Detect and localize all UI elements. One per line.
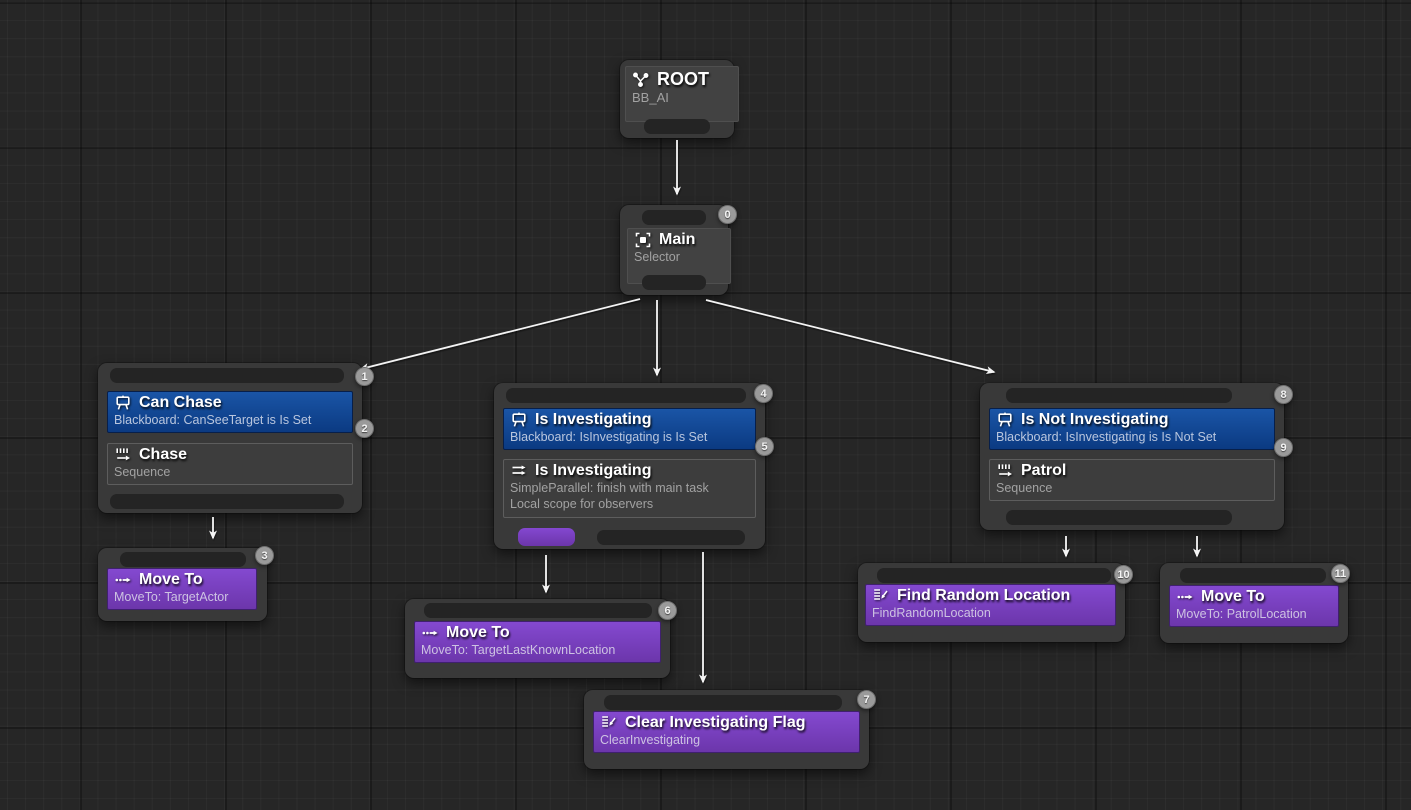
- sequence-icon: [114, 446, 132, 464]
- main-subtitle: Selector: [634, 250, 680, 264]
- task-subtitle: MoveTo: PatrolLocation: [1176, 607, 1307, 621]
- decorator-can-chase[interactable]: Can Chase Blackboard: CanSeeTarget is Is…: [107, 391, 353, 434]
- decorator-is-investigating[interactable]: Is Investigating Blackboard: IsInvestiga…: [503, 408, 756, 451]
- task-title: Clear Investigating Flag: [625, 714, 806, 731]
- execution-order-badge: 1: [355, 367, 374, 386]
- task-move-to[interactable]: Move To MoveTo: PatrolLocation: [1169, 585, 1339, 628]
- decorator-title: Is Investigating: [535, 411, 652, 428]
- task-icon: [600, 714, 618, 732]
- execution-order-badge: 5: [755, 437, 774, 456]
- task-move-to[interactable]: Move To MoveTo: TargetLastKnownLocation: [414, 621, 661, 664]
- wire-main-to-patrol: [705, 299, 996, 375]
- task-subtitle: ClearInvestigating: [600, 733, 701, 747]
- input-pin[interactable]: [110, 368, 344, 383]
- task-title: Move To: [1201, 588, 1265, 605]
- task-subtitle: MoveTo: TargetActor: [114, 590, 229, 604]
- blackboard-icon: [114, 394, 132, 412]
- root-subtitle: BB_AI: [632, 90, 669, 105]
- move-to-icon: [114, 571, 132, 589]
- composite-title: Chase: [139, 446, 188, 463]
- composite-chase[interactable]: Chase Sequence: [107, 443, 353, 486]
- output-pin[interactable]: [110, 494, 344, 509]
- blackboard-icon: [510, 411, 528, 429]
- composite-subtitle-line2: Local scope for observers: [510, 497, 654, 512]
- node-move-to-last-known[interactable]: Move To MoveTo: TargetLastKnownLocation …: [405, 599, 677, 678]
- simple-parallel-icon: [510, 462, 528, 480]
- sequence-icon: [996, 462, 1014, 480]
- node-chase-sequence[interactable]: Can Chase Blackboard: CanSeeTarget is Is…: [98, 363, 374, 513]
- composite-subtitle: Sequence: [114, 465, 171, 479]
- composite-subtitle: Sequence: [996, 481, 1053, 495]
- task-icon: [872, 587, 890, 605]
- input-pin[interactable]: [877, 568, 1111, 583]
- task-clear-investigating-flag[interactable]: Clear Investigating Flag ClearInvestigat…: [593, 711, 860, 754]
- task-subtitle: FindRandomLocation: [872, 606, 991, 620]
- behavior-tree-root-icon: [632, 71, 650, 89]
- root-node-body: ROOT BB_AI: [625, 66, 739, 122]
- composite-patrol[interactable]: Patrol Sequence: [989, 459, 1275, 502]
- execution-order-badge: 10: [1114, 565, 1133, 584]
- execution-order-badge: 0: [718, 205, 737, 224]
- input-pin[interactable]: [506, 388, 746, 403]
- move-to-icon: [421, 624, 439, 642]
- selector-icon: [634, 231, 652, 249]
- task-move-to[interactable]: Move To MoveTo: TargetActor: [107, 568, 257, 611]
- node-patrol-sequence[interactable]: Is Not Investigating Blackboard: IsInves…: [980, 383, 1293, 530]
- composite-title: Patrol: [1021, 462, 1067, 479]
- background-task-output-pin[interactable]: [597, 530, 745, 545]
- input-pin[interactable]: [604, 695, 842, 710]
- execution-order-badge: 6: [658, 601, 677, 620]
- decorator-subtitle: Blackboard: IsInvestigating is Is Set: [510, 430, 708, 444]
- input-pin[interactable]: [642, 210, 706, 225]
- execution-order-badge: 9: [1274, 438, 1293, 457]
- composite-subtitle-line1: SimpleParallel: finish with main task: [510, 481, 709, 495]
- composite-title: Is Investigating: [535, 462, 652, 479]
- decorator-is-not-investigating[interactable]: Is Not Investigating Blackboard: IsInves…: [989, 408, 1275, 451]
- node-move-to-patrol[interactable]: Move To MoveTo: PatrolLocation 11: [1160, 563, 1350, 643]
- execution-order-badge: 2: [355, 419, 374, 438]
- output-pin[interactable]: [644, 119, 710, 134]
- node-clear-investigating-flag[interactable]: Clear Investigating Flag ClearInvestigat…: [584, 690, 876, 769]
- behavior-tree-graph-canvas[interactable]: { "colors": { "background": "#262626", "…: [0, 0, 1411, 810]
- blackboard-icon: [996, 411, 1014, 429]
- task-subtitle: MoveTo: TargetLastKnownLocation: [421, 643, 616, 657]
- input-pin[interactable]: [424, 603, 652, 618]
- main-title: Main: [659, 231, 696, 248]
- input-pin[interactable]: [1180, 568, 1326, 583]
- decorator-title: Can Chase: [139, 394, 222, 411]
- task-title: Find Random Location: [897, 587, 1071, 604]
- input-pin[interactable]: [120, 552, 246, 567]
- execution-order-badge: 7: [857, 690, 876, 709]
- node-is-investigating-parallel[interactable]: Is Investigating Blackboard: IsInvestiga…: [494, 383, 774, 549]
- output-pin[interactable]: [642, 275, 706, 290]
- composite-is-investigating[interactable]: Is Investigating SimpleParallel: finish …: [503, 459, 756, 518]
- execution-order-badge: 11: [1331, 564, 1350, 583]
- execution-order-badge: 4: [754, 384, 773, 403]
- task-title: Move To: [139, 571, 203, 588]
- input-pin[interactable]: [1006, 388, 1232, 403]
- node-root[interactable]: ROOT BB_AI: [620, 60, 739, 138]
- decorator-title: Is Not Investigating: [1021, 411, 1169, 428]
- main-task-output-pin[interactable]: [518, 528, 575, 546]
- node-main-selector[interactable]: Main Selector 0: [620, 205, 737, 295]
- task-title: Move To: [446, 624, 510, 641]
- node-find-random-location[interactable]: Find Random Location FindRandomLocation …: [858, 563, 1133, 642]
- node-move-to-target[interactable]: Move To MoveTo: TargetActor 3: [98, 546, 274, 621]
- execution-order-badge: 3: [255, 546, 274, 565]
- root-title: ROOT: [657, 69, 709, 89]
- execution-order-badge: 8: [1274, 385, 1293, 404]
- move-to-icon: [1176, 588, 1194, 606]
- decorator-subtitle: Blackboard: CanSeeTarget is Is Set: [114, 413, 312, 427]
- output-pin[interactable]: [1006, 510, 1232, 525]
- task-find-random-location[interactable]: Find Random Location FindRandomLocation: [865, 584, 1116, 627]
- decorator-subtitle: Blackboard: IsInvestigating is Is Not Se…: [996, 430, 1217, 444]
- wire-main-to-chase: [359, 298, 641, 372]
